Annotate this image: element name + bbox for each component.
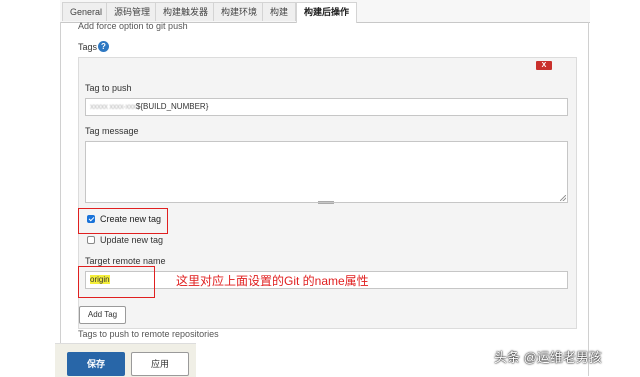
tab-source-code[interactable]: 源码管理 [106,2,159,21]
tag-message-textarea[interactable] [85,141,568,203]
red-highlight-create-tag [78,208,168,234]
config-tabs: General 源码管理 构建触发器 构建环境 构建 构建后操作 [60,0,590,23]
drag-handle-icon[interactable] [318,201,334,204]
tab-build-triggers[interactable]: 构建触发器 [155,2,217,21]
remote-repos-text: Tags to push to remote repositories [78,329,219,339]
target-remote-label: Target remote name [85,256,166,266]
tab-general[interactable]: General [62,2,111,21]
add-tag-button[interactable]: Add Tag [79,306,126,324]
annotation-text: 这里对应上面设置的Git 的name属性 [176,274,369,288]
force-option-text: Add force option to git push [78,21,188,31]
tab-build-environment[interactable]: 构建环境 [213,2,266,21]
left-divider [60,22,61,376]
resize-grip-icon[interactable] [560,195,566,201]
tag-prefix-blurred: xxxxx xxxx-xxx [90,102,136,111]
update-new-tag-label: Update new tag [100,235,164,245]
update-new-tag-checkbox[interactable] [87,236,95,244]
right-divider [588,22,589,376]
tag-to-push-value: ${BUILD_NUMBER} [135,102,209,111]
tab-build[interactable]: 构建 [262,2,297,21]
tag-to-push-label: Tag to push [85,83,132,93]
help-icon[interactable]: ? [98,41,109,52]
watermark: 头条 @运维老男孩 [494,350,602,365]
delete-tag-button[interactable]: X [536,61,552,70]
tag-to-push-input[interactable]: xxxxx xxxx-xxx${BUILD_NUMBER} [85,98,568,116]
apply-button[interactable]: 应用 [131,352,189,376]
save-button[interactable]: 保存 [67,352,125,376]
tab-post-build-actions[interactable]: 构建后操作 [296,2,358,23]
tag-message-label: Tag message [85,126,139,136]
red-highlight-remote [78,266,155,298]
tags-label: Tags [78,42,98,52]
